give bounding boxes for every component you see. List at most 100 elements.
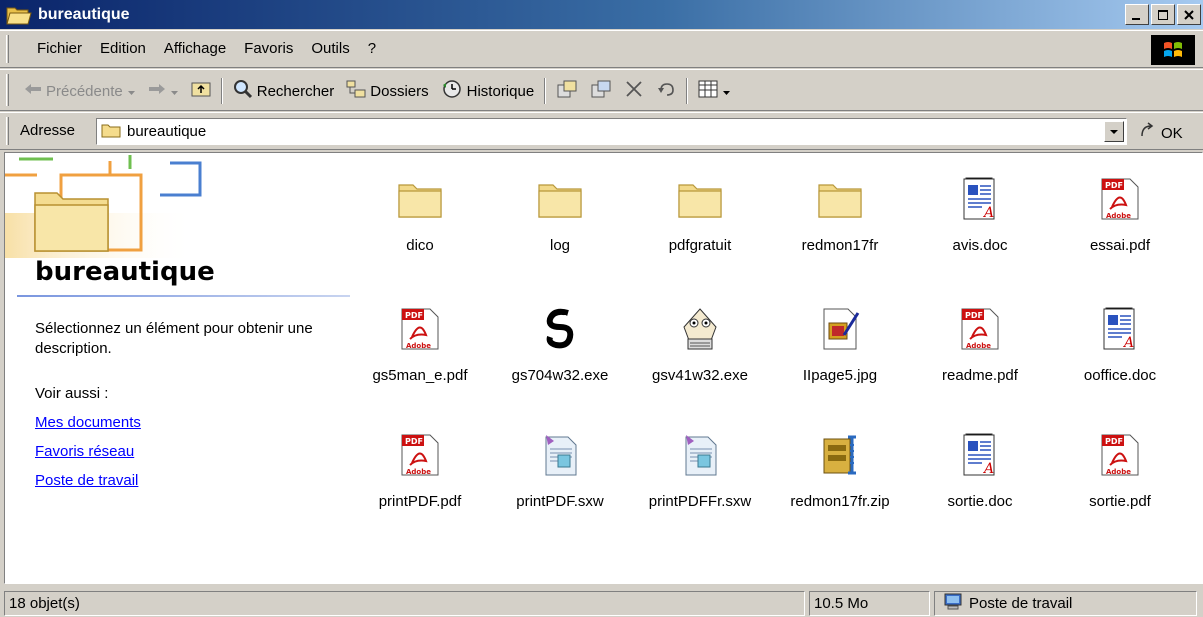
image-icon [816,305,864,353]
menu-fichier[interactable]: Fichier [28,40,91,57]
go-arrow-icon [1138,122,1158,144]
undo-button[interactable] [650,77,682,105]
sxw-icon [536,431,584,479]
windows-logo-icon [1151,35,1195,65]
ghostscript-icon [536,305,584,353]
search-icon [233,79,253,103]
file-item[interactable]: IIpage5.jpg [770,283,910,393]
file-label: gs5man_e.pdf [372,367,468,384]
link-mes-documents[interactable]: Mes documents [35,413,141,442]
up-folder-button[interactable] [185,77,217,105]
maximize-button[interactable] [1151,4,1175,25]
menu-grip[interactable] [6,35,9,63]
folders-button[interactable]: Dossiers [340,77,434,105]
selection-description: Sélectionnez un élément pour obtenir une… [35,320,313,357]
file-item[interactable]: dico [350,153,490,263]
undo-icon [656,80,676,102]
menu-edition[interactable]: Edition [91,40,155,57]
back-arrow-icon [24,82,42,100]
svg-text:PDF: PDF [405,437,423,446]
file-label: printPDF.pdf [378,493,462,510]
delete-button[interactable] [618,77,650,105]
toolbar-separator [686,78,689,104]
folder-banner-icon [5,155,202,258]
file-label: gsv41w32.exe [652,367,748,384]
svg-text:A: A [1122,335,1134,351]
address-input[interactable]: bureautique [96,118,1127,145]
file-item[interactable]: pdfgratuit [630,153,770,263]
svg-text:A: A [982,461,994,477]
file-item[interactable]: PDF Adobe printPDF.pdf [350,409,490,519]
file-item[interactable]: redmon17fr.zip [770,409,910,519]
delete-x-icon [624,79,644,103]
file-item[interactable]: log [490,153,630,263]
close-button[interactable] [1177,4,1201,25]
file-item[interactable]: Aooffice.doc [1050,283,1190,393]
file-item[interactable]: Aavis.doc [910,153,1050,263]
chevron-down-icon [1110,129,1118,134]
search-label: Rechercher [256,82,335,100]
link-poste-de-travail[interactable]: Poste de travail [35,471,141,500]
menu-affichage[interactable]: Affichage [155,40,235,57]
file-label: printPDFFr.sxw [648,493,752,510]
folder-content-pane[interactable]: bureautique Sélectionnez un élément pour… [4,152,1203,584]
svg-text:Adobe: Adobe [1106,212,1131,220]
folder-icon [101,122,121,142]
file-item[interactable]: PDF Adobe sortie.pdf [1050,409,1190,519]
file-item[interactable]: printPDFFr.sxw [630,409,770,519]
forward-button[interactable] [142,77,185,105]
history-button[interactable]: Historique [435,77,541,105]
address-bar: Adresse bureautique OK [0,112,1203,150]
toolbar-grip[interactable] [6,74,9,106]
address-dropdown-button[interactable] [1104,121,1124,142]
move-to-button[interactable] [550,77,584,105]
file-item[interactable]: Asortie.doc [910,409,1050,519]
menu-help[interactable]: ? [359,40,385,57]
doc-icon: A [956,431,1004,479]
see-also-label: Voir aussi : [35,385,109,402]
file-item[interactable]: PDF Adobe readme.pdf [910,283,1050,393]
menu-outils[interactable]: Outils [302,40,358,57]
folders-tree-icon [346,80,366,102]
file-item[interactable]: printPDF.sxw [490,409,630,519]
file-item[interactable]: PDF Adobe essai.pdf [1050,153,1190,263]
status-bar: 18 objet(s) 10.5 Mo Poste de travail [0,588,1203,617]
file-item[interactable]: gs704w32.exe [490,283,630,393]
copy-to-button[interactable] [584,77,618,105]
folder-icon [536,175,584,223]
chevron-down-icon[interactable] [170,83,179,100]
toolbar-separator [220,78,223,104]
status-zone-text: Poste de travail [969,595,1073,612]
chevron-down-icon[interactable] [722,83,731,100]
minimize-button[interactable] [1125,4,1149,25]
svg-text:Adobe: Adobe [966,342,991,350]
file-label: dico [406,237,434,254]
go-label: OK [1161,124,1183,142]
back-button[interactable]: Précédente [18,77,142,105]
title-bar[interactable]: bureautique [0,0,1203,29]
file-item[interactable]: PDF Adobe gs5man_e.pdf [350,283,490,393]
address-grip[interactable] [6,117,9,145]
address-value: bureautique [127,123,207,140]
file-label: gs704w32.exe [511,367,609,384]
search-button[interactable]: Rechercher [227,77,341,105]
explorer-window: bureautique Fichier Edition Affichage Fa… [0,0,1203,617]
file-item[interactable]: gsv41w32.exe [630,283,770,393]
go-button[interactable]: OK [1138,122,1183,144]
folder-icon [816,175,864,223]
folders-label: Dossiers [370,82,429,100]
chevron-down-icon[interactable] [127,83,136,100]
svg-text:Adobe: Adobe [1106,468,1131,476]
menu-favoris[interactable]: Favoris [235,40,302,57]
file-label: redmon17fr.zip [790,493,890,510]
toolbar-separator [544,78,547,104]
folder-icon [396,175,444,223]
window-title: bureautique [38,5,130,23]
file-label: sortie.pdf [1089,493,1151,510]
file-item[interactable]: redmon17fr [770,153,910,263]
views-button[interactable] [692,77,737,105]
menu-bar: Fichier Edition Affichage Favoris Outils… [0,30,1203,68]
open-folder-icon [6,4,32,26]
svg-text:Adobe: Adobe [406,468,431,476]
link-favoris-reseau[interactable]: Favoris réseau [35,442,141,471]
